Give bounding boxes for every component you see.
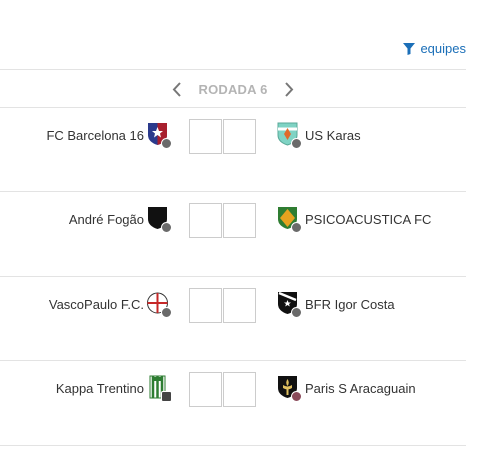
manager-avatar bbox=[161, 391, 172, 402]
home-team[interactable]: FC Barcelona 16 bbox=[46, 122, 172, 149]
filter-icon bbox=[403, 42, 416, 55]
teams-filter-link[interactable]: equipes bbox=[403, 41, 466, 56]
away-score-input[interactable] bbox=[223, 203, 256, 238]
away-team-name: Paris S Aracaguain bbox=[305, 380, 416, 396]
away-team[interactable]: Paris S Aracaguain bbox=[277, 375, 416, 402]
match-divider bbox=[0, 445, 466, 446]
away-score-input[interactable] bbox=[223, 288, 256, 323]
manager-avatar bbox=[291, 307, 302, 318]
teams-filter-label: equipes bbox=[420, 41, 466, 56]
home-score-input[interactable] bbox=[189, 288, 222, 323]
manager-avatar bbox=[161, 138, 172, 149]
manager-avatar bbox=[161, 222, 172, 233]
team-crest-icon bbox=[147, 122, 172, 149]
home-team[interactable]: VascoPaulo F.C. bbox=[48, 291, 172, 318]
team-crest-icon bbox=[147, 206, 172, 233]
header-divider bbox=[0, 69, 466, 70]
match-row: André Fogão PSICOACUSTICA FC bbox=[0, 192, 466, 276]
team-crest-icon bbox=[277, 122, 302, 149]
previous-round-button[interactable] bbox=[170, 80, 184, 98]
home-score-input[interactable] bbox=[189, 119, 222, 154]
manager-avatar bbox=[291, 391, 302, 402]
away-score-input[interactable] bbox=[223, 372, 256, 407]
home-score-input[interactable] bbox=[189, 372, 222, 407]
away-team-name: BFR Igor Costa bbox=[305, 296, 395, 312]
manager-avatar bbox=[291, 222, 302, 233]
chevron-left-icon bbox=[173, 81, 182, 97]
chevron-right-icon bbox=[284, 81, 293, 97]
away-team-name: US Karas bbox=[305, 127, 361, 143]
home-team-name: André Fogão bbox=[68, 211, 144, 227]
home-team-name: VascoPaulo F.C. bbox=[48, 296, 144, 312]
team-crest-icon bbox=[277, 375, 302, 402]
team-crest-icon bbox=[147, 291, 172, 318]
manager-avatar bbox=[291, 138, 302, 149]
team-crest-icon bbox=[277, 291, 302, 318]
home-team[interactable]: André Fogão bbox=[68, 206, 172, 233]
next-round-button[interactable] bbox=[282, 80, 296, 98]
round-navigation: RODADA 6 bbox=[0, 78, 466, 100]
away-score-input[interactable] bbox=[223, 119, 256, 154]
away-team[interactable]: US Karas bbox=[277, 122, 361, 149]
team-crest-icon bbox=[277, 206, 302, 233]
team-crest-icon bbox=[147, 375, 172, 402]
home-score-input[interactable] bbox=[189, 203, 222, 238]
home-team[interactable]: Kappa Trentino bbox=[55, 375, 172, 402]
manager-avatar bbox=[161, 307, 172, 318]
round-title: RODADA 6 bbox=[198, 81, 268, 97]
home-team-name: Kappa Trentino bbox=[55, 380, 144, 396]
match-row: VascoPaulo F.C. BFR Igor Costa bbox=[0, 277, 466, 361]
away-team[interactable]: PSICOACUSTICA FC bbox=[277, 206, 432, 233]
away-team[interactable]: BFR Igor Costa bbox=[277, 291, 395, 318]
away-team-name: PSICOACUSTICA FC bbox=[305, 211, 432, 227]
home-team-name: FC Barcelona 16 bbox=[46, 127, 144, 143]
match-row: FC Barcelona 16 US Karas bbox=[0, 108, 466, 192]
match-row: Kappa Trentino Paris S Aracaguain bbox=[0, 361, 466, 445]
